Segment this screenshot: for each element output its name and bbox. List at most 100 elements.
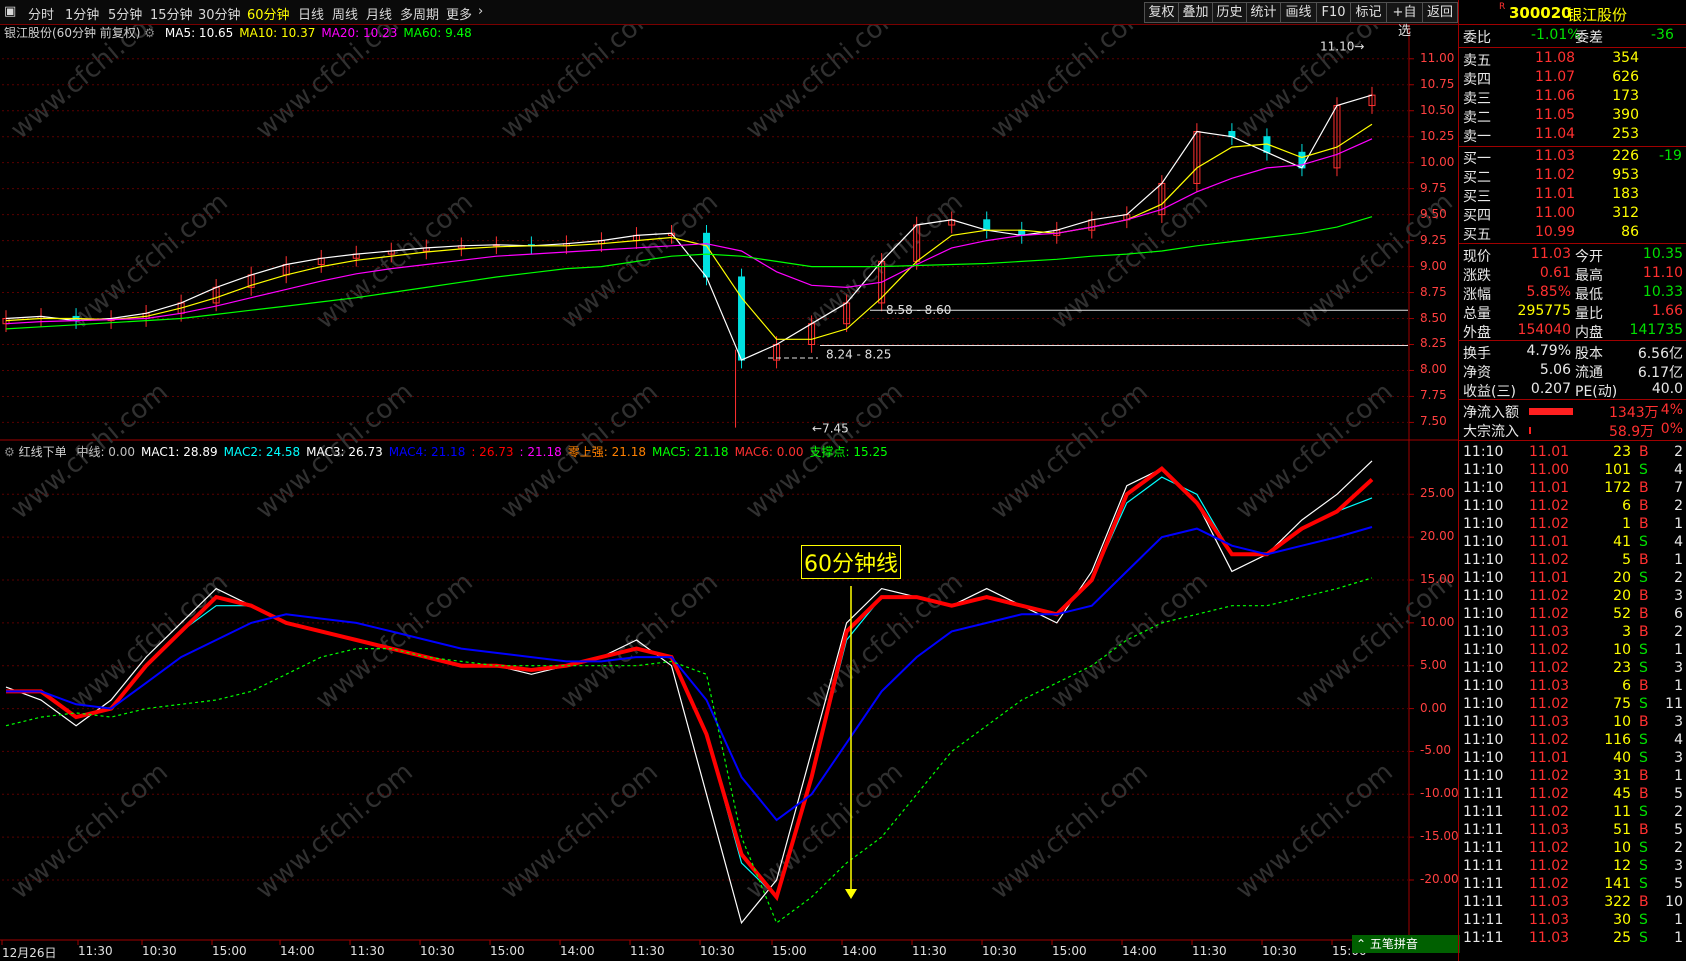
toolbar-button-1[interactable]: 叠加	[1178, 2, 1213, 23]
main-y-tick: 9.25	[1420, 232, 1447, 247]
tick-price: 11.02	[1529, 642, 1570, 658]
toolbar-button-3[interactable]: 统计	[1246, 2, 1281, 23]
zone-label-lower: 8.24 - 8.25	[826, 348, 891, 362]
period-tab-5[interactable]: 60分钟	[247, 4, 290, 23]
period-toolbar: 分时 1分钟 5分钟 15分钟 30分钟 60分钟 日线 周线 月线 多周期 更多 ▣ › 复权 叠加 历史统…	[0, 0, 1458, 39]
tick-count: 2	[1674, 444, 1683, 460]
window-menu-icon[interactable]: ▣	[4, 4, 16, 19]
tick-count: 5	[1674, 786, 1683, 802]
tick-side: B	[1639, 516, 1649, 532]
stat-value-2: 141735	[1629, 322, 1683, 338]
settings-icon[interactable]: ⚙	[144, 26, 155, 40]
flow-label: 大宗流入	[1463, 424, 1519, 440]
sell-price: 11.07	[1535, 69, 1576, 85]
tick-time: 11:11	[1463, 858, 1504, 874]
period-tab-8[interactable]: 月线	[366, 4, 392, 23]
ind-label-4: MAC4: 21.18	[388, 445, 466, 459]
tick-volume: 31	[1613, 768, 1631, 784]
tick-price: 11.02	[1529, 696, 1570, 712]
period-tab-6[interactable]: 日线	[298, 4, 324, 23]
tick-price: 11.02	[1529, 786, 1570, 802]
period-tab-2[interactable]: 5分钟	[108, 4, 142, 23]
tick-time: 11:10	[1463, 516, 1504, 532]
watermark-text: www.cfchi.com	[65, 567, 234, 715]
ma-label-2: MA20: 10.23	[321, 26, 398, 40]
quote-panel: R 300020 银江股份 委比 -1.01% 委差 -36 卖五 11.08 354 卖四 1…	[1458, 0, 1686, 961]
ma-label-0: MA5: 10.65	[164, 26, 234, 40]
tick-price: 11.02	[1529, 840, 1570, 856]
stat-label: 涨幅	[1463, 287, 1491, 303]
sell-volume: 253	[1612, 126, 1639, 142]
period-tab-10[interactable]: 更多	[446, 4, 472, 23]
tick-time: 11:10	[1463, 624, 1504, 640]
period-tab-1[interactable]: 1分钟	[65, 4, 99, 23]
buy-price: 11.03	[1535, 148, 1576, 164]
tick-price: 11.02	[1529, 552, 1570, 568]
toolbar-button-8[interactable]: 返回	[1422, 2, 1458, 23]
tick-time: 11:10	[1463, 750, 1504, 766]
watermark-text: www.cfchi.com	[985, 757, 1154, 905]
sell-label: 卖五	[1463, 53, 1491, 69]
tick-volume: 23	[1613, 660, 1631, 676]
period-tab-4[interactable]: 30分钟	[198, 4, 241, 23]
buy-price: 11.01	[1535, 186, 1576, 202]
watermark-text: www.cfchi.com	[555, 567, 724, 715]
ind-label-6: : 21.18	[519, 445, 562, 459]
sell-price: 11.05	[1535, 107, 1576, 123]
tick-time: 11:10	[1463, 588, 1504, 604]
period-tab-0[interactable]: 分时	[28, 4, 54, 23]
toolbar-button-0[interactable]: 复权	[1144, 2, 1179, 23]
tick-time: 11:10	[1463, 552, 1504, 568]
tick-side: S	[1639, 732, 1648, 748]
sell-label: 卖四	[1463, 72, 1491, 88]
tick-count: 2	[1674, 498, 1683, 514]
tick-price: 11.01	[1529, 750, 1570, 766]
ind-y-tick: 25.00	[1420, 486, 1455, 501]
toolbar-button-5[interactable]: F10	[1316, 2, 1351, 23]
period-tab-3[interactable]: 15分钟	[150, 4, 193, 23]
weibi-label: 委比	[1463, 30, 1491, 46]
toolbar-button-4[interactable]: 画线	[1280, 2, 1317, 23]
period-tab-9[interactable]: 多周期	[400, 4, 439, 23]
tick-price: 11.02	[1529, 606, 1570, 622]
tick-price: 11.01	[1529, 534, 1570, 550]
tick-time: 11:10	[1463, 732, 1504, 748]
tick-time: 11:11	[1463, 912, 1504, 928]
tick-count: 11	[1665, 696, 1683, 712]
ind-label-10: 支撑点: 15.25	[809, 445, 888, 459]
tick-time: 11:11	[1463, 840, 1504, 856]
ind-y-tick: 20.00	[1420, 529, 1455, 544]
tick-time: 11:10	[1463, 660, 1504, 676]
main-y-tick: 10.00	[1420, 154, 1455, 169]
chevron-up-icon: ⌃	[1356, 937, 1367, 951]
tick-volume: 10	[1613, 642, 1631, 658]
main-y-tick: 8.00	[1420, 362, 1447, 377]
watermark-text: www.cfchi.com	[1290, 567, 1458, 715]
tick-price: 11.03	[1529, 714, 1570, 730]
tick-price: 11.03	[1529, 930, 1570, 946]
period-tab-7[interactable]: 周线	[332, 4, 358, 23]
stock-code: 300020	[1509, 4, 1572, 22]
indicator-name[interactable]: 红线下单	[19, 445, 67, 459]
stat2-value-2: 6.17亿	[1637, 365, 1683, 381]
bottom-tag[interactable]: ⌃ 五笔拼音	[1352, 935, 1460, 953]
tick-count: 1	[1674, 912, 1683, 928]
ind-label-1: MAC1: 28.89	[141, 445, 218, 459]
tick-price: 11.02	[1529, 858, 1570, 874]
callout-arrow-head	[845, 889, 857, 899]
watermark-text: www.cfchi.com	[1045, 187, 1214, 335]
tick-volume: 3	[1622, 624, 1631, 640]
stat-value: 0.61	[1539, 265, 1571, 281]
tick-count: 5	[1674, 822, 1683, 838]
stat-label-2: 最低	[1575, 287, 1603, 303]
tick-side: B	[1639, 624, 1649, 640]
tick-side: B	[1639, 498, 1649, 514]
buy-price: 11.02	[1535, 167, 1576, 183]
toolbar-button-7[interactable]: +自选	[1386, 2, 1423, 39]
tick-count: 7	[1674, 480, 1683, 496]
buy-volume: 953	[1612, 167, 1639, 183]
toolbar-button-2[interactable]: 历史	[1212, 2, 1247, 23]
indicator-settings-icon[interactable]: ⚙	[4, 445, 15, 459]
tick-volume: 5	[1622, 552, 1631, 568]
toolbar-button-6[interactable]: 标记	[1350, 2, 1387, 23]
